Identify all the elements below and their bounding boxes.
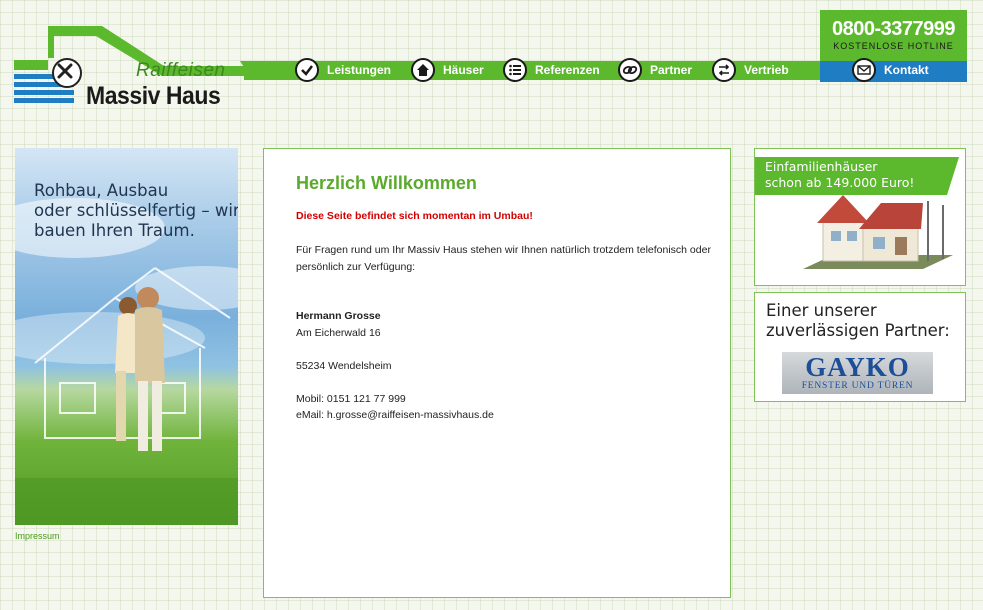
offer-line-1: Einfamilienhäuser <box>765 159 878 174</box>
offer-line-2: schon ab 149.000 Euro! <box>765 175 915 190</box>
promo-line-3: bauen Ihren Traum. <box>34 221 195 240</box>
contact-email[interactable]: eMail: h.grosse@raiffeisen-massivhaus.de <box>296 407 494 424</box>
contact-name: Hermann Grosse <box>296 310 381 322</box>
construction-notice: Diese Seite befindet sich momentan im Um… <box>296 210 533 222</box>
nav-referenzen[interactable]: Referenzen <box>503 56 600 84</box>
hotline-box: 0800-3377999 KOSTENLOSE HOTLINE <box>820 10 967 61</box>
nav-haeuser[interactable]: Häuser <box>411 56 484 84</box>
intro-text: Für Fragen rund um Ihr Massiv Haus stehe… <box>296 244 711 273</box>
partner-line-2: zuverlässigen Partner: <box>766 321 950 340</box>
tools-icon <box>52 58 82 88</box>
logo-brand: Raiffeisen <box>136 60 226 81</box>
contact-street: Am Eicherwald 16 <box>296 326 381 339</box>
contact-mobile: Mobil: 0151 121 77 999 <box>296 392 406 405</box>
house-image <box>803 195 953 269</box>
hotline-number: 0800-3377999 <box>831 18 956 40</box>
nav-kontakt-label: Kontakt <box>884 63 929 77</box>
nav-vertrieb-label: Vertrieb <box>744 63 789 77</box>
partner-box[interactable]: Einer unserer zuverlässigen Partner: GAY… <box>754 292 966 402</box>
promo-line-2: oder schlüsselfertig – wir <box>34 201 238 220</box>
offer-banner-tip <box>947 157 959 195</box>
promo-image: Rohbau, Ausbau oder schlüsselfertig – wi… <box>15 148 238 525</box>
gayko-logo-main: GAYKO <box>805 352 910 382</box>
nav-partner[interactable]: Partner <box>618 56 692 84</box>
nav-referenzen-label: Referenzen <box>535 63 600 77</box>
nav-leistungen-label: Leistungen <box>327 63 392 77</box>
check-icon <box>295 58 319 82</box>
nav-haeuser-label: Häuser <box>443 63 484 77</box>
logo[interactable]: Raiffeisen Massiv Haus <box>14 24 246 110</box>
hotline-label: KOSTENLOSE HOTLINE <box>833 41 954 51</box>
offer-box[interactable]: Einfamilienhäuser schon ab 149.000 Euro! <box>754 148 966 286</box>
partner-line-1: Einer unserer <box>766 301 877 320</box>
partner-text: Einer unserer zuverlässigen Partner: <box>766 301 950 341</box>
list-icon <box>503 58 527 82</box>
gayko-logo-sub: FENSTER UND TÜREN <box>801 381 914 391</box>
promo-line-1: Rohbau, Ausbau <box>34 181 169 200</box>
nav-vertrieb[interactable]: Vertrieb <box>712 56 789 84</box>
link-icon <box>618 58 642 82</box>
nav-kontakt[interactable]: Kontakt <box>852 56 929 84</box>
main-content: Herzlich Willkommen Diese Seite befindet… <box>263 148 731 598</box>
impressum-link[interactable]: Impressum <box>15 531 60 541</box>
contact-city: 55234 Wendelsheim <box>296 359 392 372</box>
page-title: Herzlich Willkommen <box>296 173 477 193</box>
logo-title: Massiv Haus <box>86 82 221 110</box>
contact-block: Hermann Grosse Am Eicherwald 16 55234 We… <box>296 308 494 424</box>
offer-text: Einfamilienhäuser schon ab 149.000 Euro! <box>765 159 914 191</box>
house-icon <box>411 58 435 82</box>
nav-partner-label: Partner <box>650 63 693 77</box>
exchange-icon <box>712 58 736 82</box>
promo-headline: Rohbau, Ausbau oder schlüsselfertig – wi… <box>34 181 238 241</box>
mail-icon <box>852 58 876 82</box>
gayko-logo[interactable]: GAYKO FENSTER UND TÜREN <box>782 352 933 394</box>
nav-leistungen[interactable]: Leistungen <box>295 56 391 84</box>
